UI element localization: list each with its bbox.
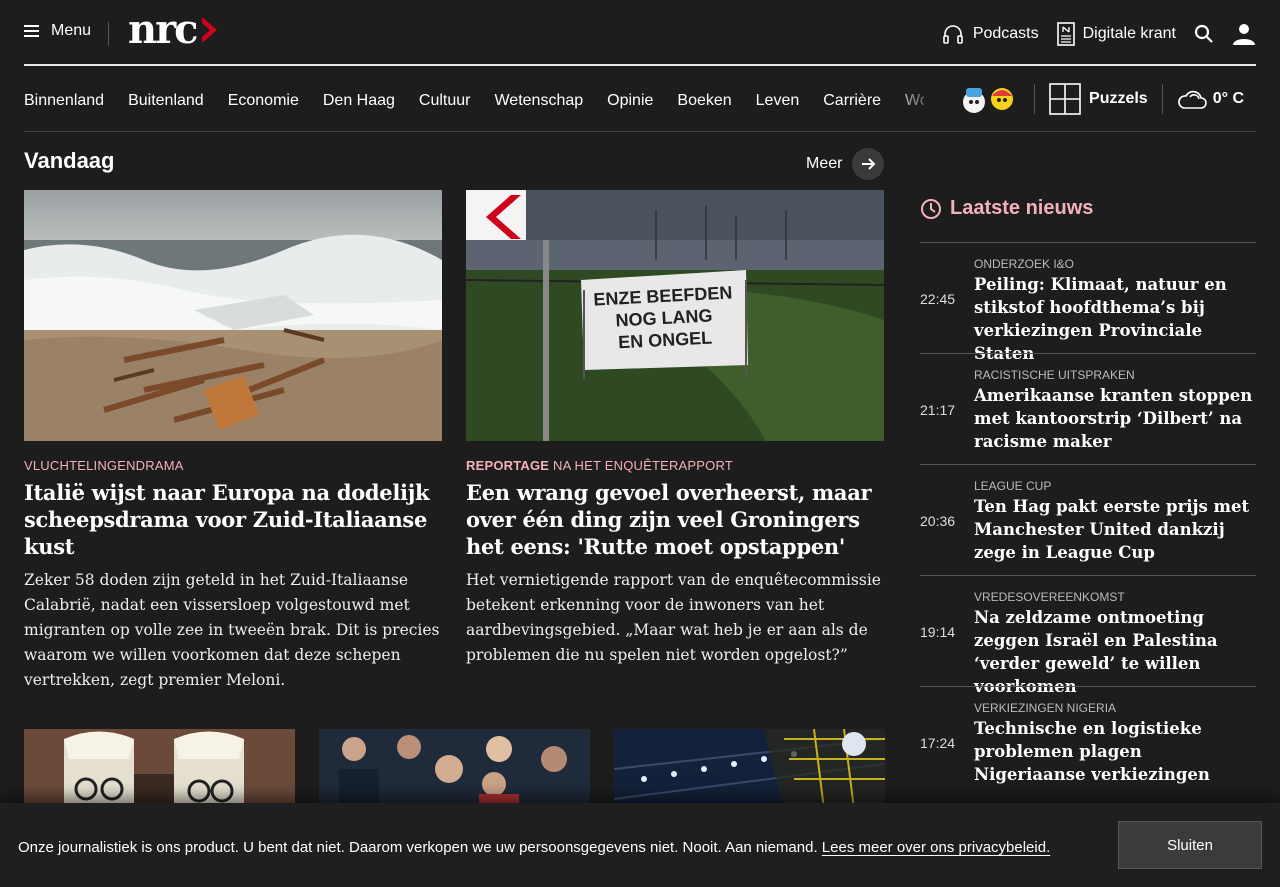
news-title[interactable]: Technische en logistieke problemen plage… [974, 717, 1256, 786]
protest-banner-image[interactable]: ENZE BEEFDEN NOG LANG EN ONGEL [466, 190, 884, 441]
news-time: 20:36 [920, 513, 956, 529]
nav-fade [884, 86, 944, 116]
news-title[interactable]: Ten Hag pakt eerste prijs met Manchester… [974, 495, 1256, 564]
nav-item-buitenland[interactable]: Buitenland [128, 92, 204, 110]
menu-label: Menu [51, 22, 92, 39]
puzzels-link[interactable]: Puzzels [1049, 83, 1148, 115]
news-category: VREDESOVEREENKOMST [974, 590, 1125, 604]
news-title[interactable]: Amerikaanse kranten stoppen met kantoors… [974, 384, 1256, 453]
search-icon[interactable] [1194, 24, 1214, 44]
cloud-icon [1177, 88, 1207, 110]
news-title[interactable]: Na zeldzame ontmoeting zeggen Israël en … [974, 606, 1256, 698]
nav-divider [1161, 84, 1163, 114]
temperature: 0° C [1212, 90, 1244, 107]
puzzle-mascots-icon[interactable] [960, 82, 1020, 116]
nav-item-economie[interactable]: Economie [228, 92, 299, 110]
latest-news-title: Laatste nieuws [950, 197, 1094, 219]
article-card[interactable]: VLUCHTELINGENDRAMA Italië wijst naar Eur… [24, 190, 442, 693]
latest-news-item[interactable]: 22:45 ONDERZOEK I&O Peiling: Klimaat, natu… [920, 242, 1256, 363]
nav-item-binnenland[interactable]: Binnenland [24, 92, 104, 110]
latest-news-item[interactable]: 19:14 VREDESOVEREENKOMST Na zeldzame ontmo… [920, 575, 1256, 696]
podcasts-label: Podcasts [972, 25, 1039, 42]
cookie-text: Onze journalistiek is ons product. U ben… [18, 839, 1051, 856]
latest-news-item[interactable]: 20:36 LEAGUE CUP Ten Hag pakt eerste prijs… [920, 464, 1256, 575]
latest-news-item[interactable]: 21:17 RACISTISCHE UITSPRAKEN Amerikaanse k… [920, 353, 1256, 464]
news-category: ONDERZOEK I&O [974, 257, 1075, 271]
latest-news-heading[interactable]: Laatste nieuws [920, 197, 1093, 220]
clock-icon [920, 198, 942, 220]
nav-item-leven[interactable]: Leven [756, 92, 800, 110]
account-icon[interactable] [1232, 22, 1256, 46]
news-time: 17:24 [920, 735, 956, 751]
podcasts-link[interactable]: Podcasts [941, 22, 1039, 46]
cookie-banner: Onze journalistiek is ons product. U ben… [0, 803, 1280, 887]
article-summary: Het vernietigende rapport van de enquête… [466, 571, 881, 664]
digitale-krant-link[interactable]: Digitale krant [1056, 22, 1176, 46]
nav-item-boeken[interactable]: Boeken [677, 92, 731, 110]
puzzels-label: Puzzels [1089, 90, 1148, 107]
hamburger-icon [24, 25, 39, 37]
newspaper-icon [1056, 22, 1075, 46]
article-title[interactable]: Italië wijst naar Europa na dodelijk sch… [24, 479, 442, 560]
shipwreck-image[interactable] [24, 190, 442, 441]
article-title[interactable]: Een wrang gevoel overheerst, maar over é… [466, 479, 884, 560]
news-time: 22:45 [920, 291, 956, 307]
headphones-icon [941, 22, 965, 46]
nav-item-carri-re[interactable]: Carrière [823, 92, 881, 110]
menu-button[interactable]: Menu [24, 22, 91, 40]
meer-link[interactable]: Meer [806, 148, 885, 180]
nav-divider [1034, 84, 1036, 114]
news-category: VERKIEZINGEN NIGERIA [974, 701, 1117, 715]
news-time: 21:17 [920, 402, 956, 418]
article-card[interactable]: ENZE BEEFDEN NOG LANG EN ONGEL REPORTAGE… [466, 190, 884, 668]
article-thumbnail-dilbert[interactable] [24, 729, 295, 809]
site-header: Menu nrc Podcasts Digitale krant [24, 0, 1256, 66]
section-nav: Binnenland Buitenland Economie Den Haag Cult… [24, 66, 1256, 132]
header-divider [108, 22, 109, 46]
banner-text: ENZE BEEFDEN NOG LANG EN ONGEL [592, 282, 733, 353]
section-title-vandaag: Vandaag [24, 148, 115, 173]
nav-item-wetenschap[interactable]: Wetenschap [494, 92, 583, 110]
article-kicker: VLUCHTELINGENDRAMA [24, 458, 184, 473]
digitale-krant-label: Digitale krant [1082, 25, 1176, 42]
latest-news-list: 22:45 ONDERZOEK I&O Peiling: Klimaat, natu… [920, 242, 1256, 797]
nav-item-den-haag[interactable]: Den Haag [323, 92, 395, 110]
arrow-right-icon [852, 148, 885, 180]
news-title[interactable]: Peiling: Klimaat, natuur en stikstof hoo… [974, 273, 1256, 365]
meer-label: Meer [806, 155, 843, 172]
news-category: LEAGUE CUP [974, 479, 1052, 493]
article-kicker: REPORTAGE NA HET ENQUÊTERAPPORT [466, 458, 733, 473]
grid-icon [1049, 83, 1081, 115]
latest-news-item[interactable]: 17:24 VERKIEZINGEN NIGERIA Technische en l… [920, 686, 1256, 797]
weather-widget[interactable]: 0° C [1177, 88, 1244, 110]
article-summary: Zeker 58 doden zijn geteld in het Zuid-I… [24, 571, 440, 689]
nav-item-cultuur[interactable]: Cultuur [419, 92, 471, 110]
logo-chevron-icon [201, 17, 217, 43]
nrc-logo[interactable]: nrc [128, 10, 221, 50]
close-cookie-button[interactable]: Sluiten [1118, 821, 1262, 869]
news-time: 19:14 [920, 624, 956, 640]
news-category: RACISTISCHE UITSPRAKEN [974, 368, 1135, 382]
article-thumbnail-football-fans[interactable] [319, 729, 590, 809]
privacy-link[interactable]: Lees meer over ons privacybeleid. [822, 839, 1050, 856]
article-thumbnail-stadium[interactable] [614, 729, 885, 809]
nav-item-opinie[interactable]: Opinie [607, 92, 653, 110]
nav-list: Binnenland Buitenland Economie Den Haag Cult… [24, 92, 924, 110]
logo-text: nrc [128, 6, 199, 53]
